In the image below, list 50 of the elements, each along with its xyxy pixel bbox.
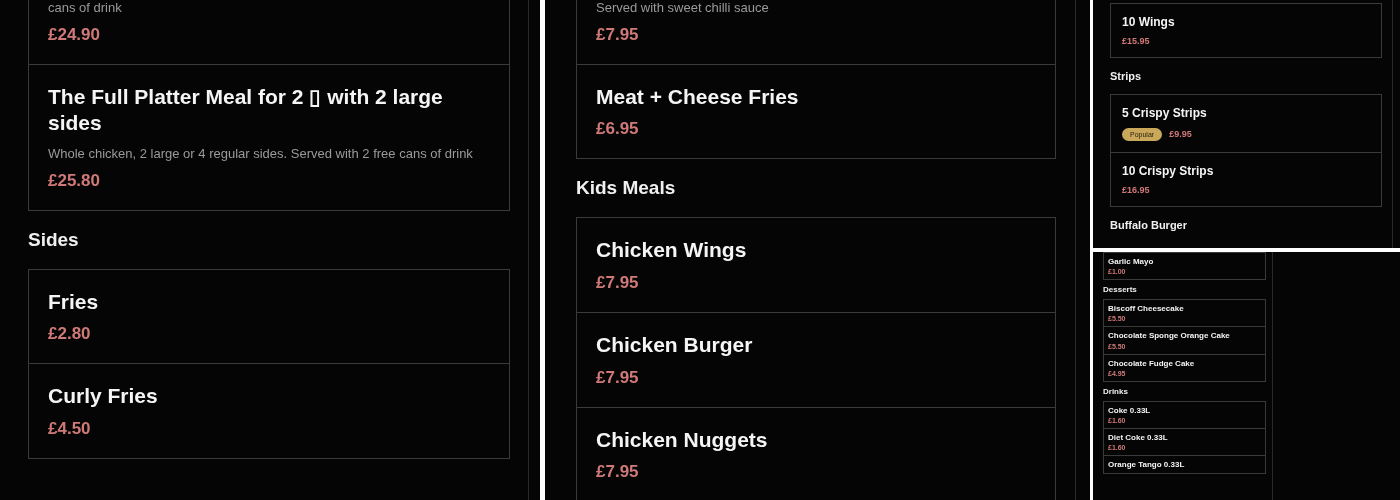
item-description: Whole chicken, 2 large or 4 regular sides. Served with 2 free cans of drink [48,145,474,162]
item-price: £9.95 [1169,129,1192,140]
item-name: 5 Crispy Strips [1122,106,1208,121]
menu-item-card[interactable]: Orange Tango 0.33L [1104,455,1265,474]
menu-item-card[interactable]: Chicken Wings £7.95 [577,218,1055,312]
menu-item-card[interactable]: The Full Platter Meal for 2 ▯ with 2 large sides Whole chicken, 2 large or 4 regular sides. Served with 2 free cans of drink £25.80 [29,63,509,210]
item-name: Diet Coke 0.33L [1108,432,1169,443]
item-name: Chocolate Sponge Orange Cake [1108,331,1231,341]
item-price: £15.95 [1122,36,1150,47]
menu-item-card[interactable]: Curly Fries £4.50 [29,363,509,458]
item-price: £25.80 [48,170,100,191]
menu-item-card[interactable]: Served with sweet chilli sauce £7.95 [577,0,1055,64]
item-price: £7.95 [596,367,639,388]
section-heading: Drinks [1103,386,1129,396]
item-name: 10 Crispy Strips [1122,163,1215,179]
item-name: Chicken Wings [596,237,748,264]
section-heading: Buffalo Burger [1110,219,1188,232]
item-name: Coke 0.33L [1108,405,1152,415]
item-name: Garlic Mayo [1108,257,1155,267]
item-name: Orange Tango 0.33L [1108,460,1186,470]
menu-item-card[interactable]: Fries £2.80 [29,269,509,364]
item-name: The Full Platter Meal for 2 ▯ with 2 large sides [48,83,444,137]
item-price: £4.50 [48,418,91,439]
item-name: Chicken Nuggets [596,426,769,453]
section-heading: Strips [1110,70,1143,83]
item-price: £7.95 [596,462,639,483]
section-heading: Kids Meals [576,177,677,200]
section-heading: Sides [28,228,80,251]
item-description: cans of drink [48,0,123,16]
item-price: £7.95 [596,272,639,293]
item-description: Served with sweet chilli sauce [596,0,770,16]
menu-item-card[interactable]: Meat + Cheese Fries £6.95 [577,63,1055,159]
menu-item-card[interactable]: cans of drink £24.90 [29,0,509,64]
menu-item-card[interactable]: Chicken Burger £7.95 [577,311,1055,407]
item-price: £6.95 [596,119,639,140]
item-price: £7.95 [596,24,639,45]
section-heading: Desserts [1103,285,1138,295]
item-name: Meat + Cheese Fries [596,83,800,110]
item-name: 10 Wings [1122,15,1176,30]
item-price: £24.90 [48,24,100,45]
item-price: £16.95 [1122,185,1150,196]
menu-item-card[interactable]: 10 Wings £15.95 [1111,4,1381,58]
item-name: Chicken Burger [596,331,754,358]
item-name: Chocolate Fudge Cake [1108,358,1196,368]
item-name: Biscoff Cheesecake [1108,304,1185,314]
menu-item-card[interactable]: 10 Crispy Strips £16.95 [1111,151,1381,207]
item-name: Curly Fries [48,383,159,410]
item-name: Fries [48,288,100,315]
item-price: £2.80 [48,324,91,345]
menu-item-card[interactable]: Chicken Nuggets £7.95 [577,406,1055,500]
